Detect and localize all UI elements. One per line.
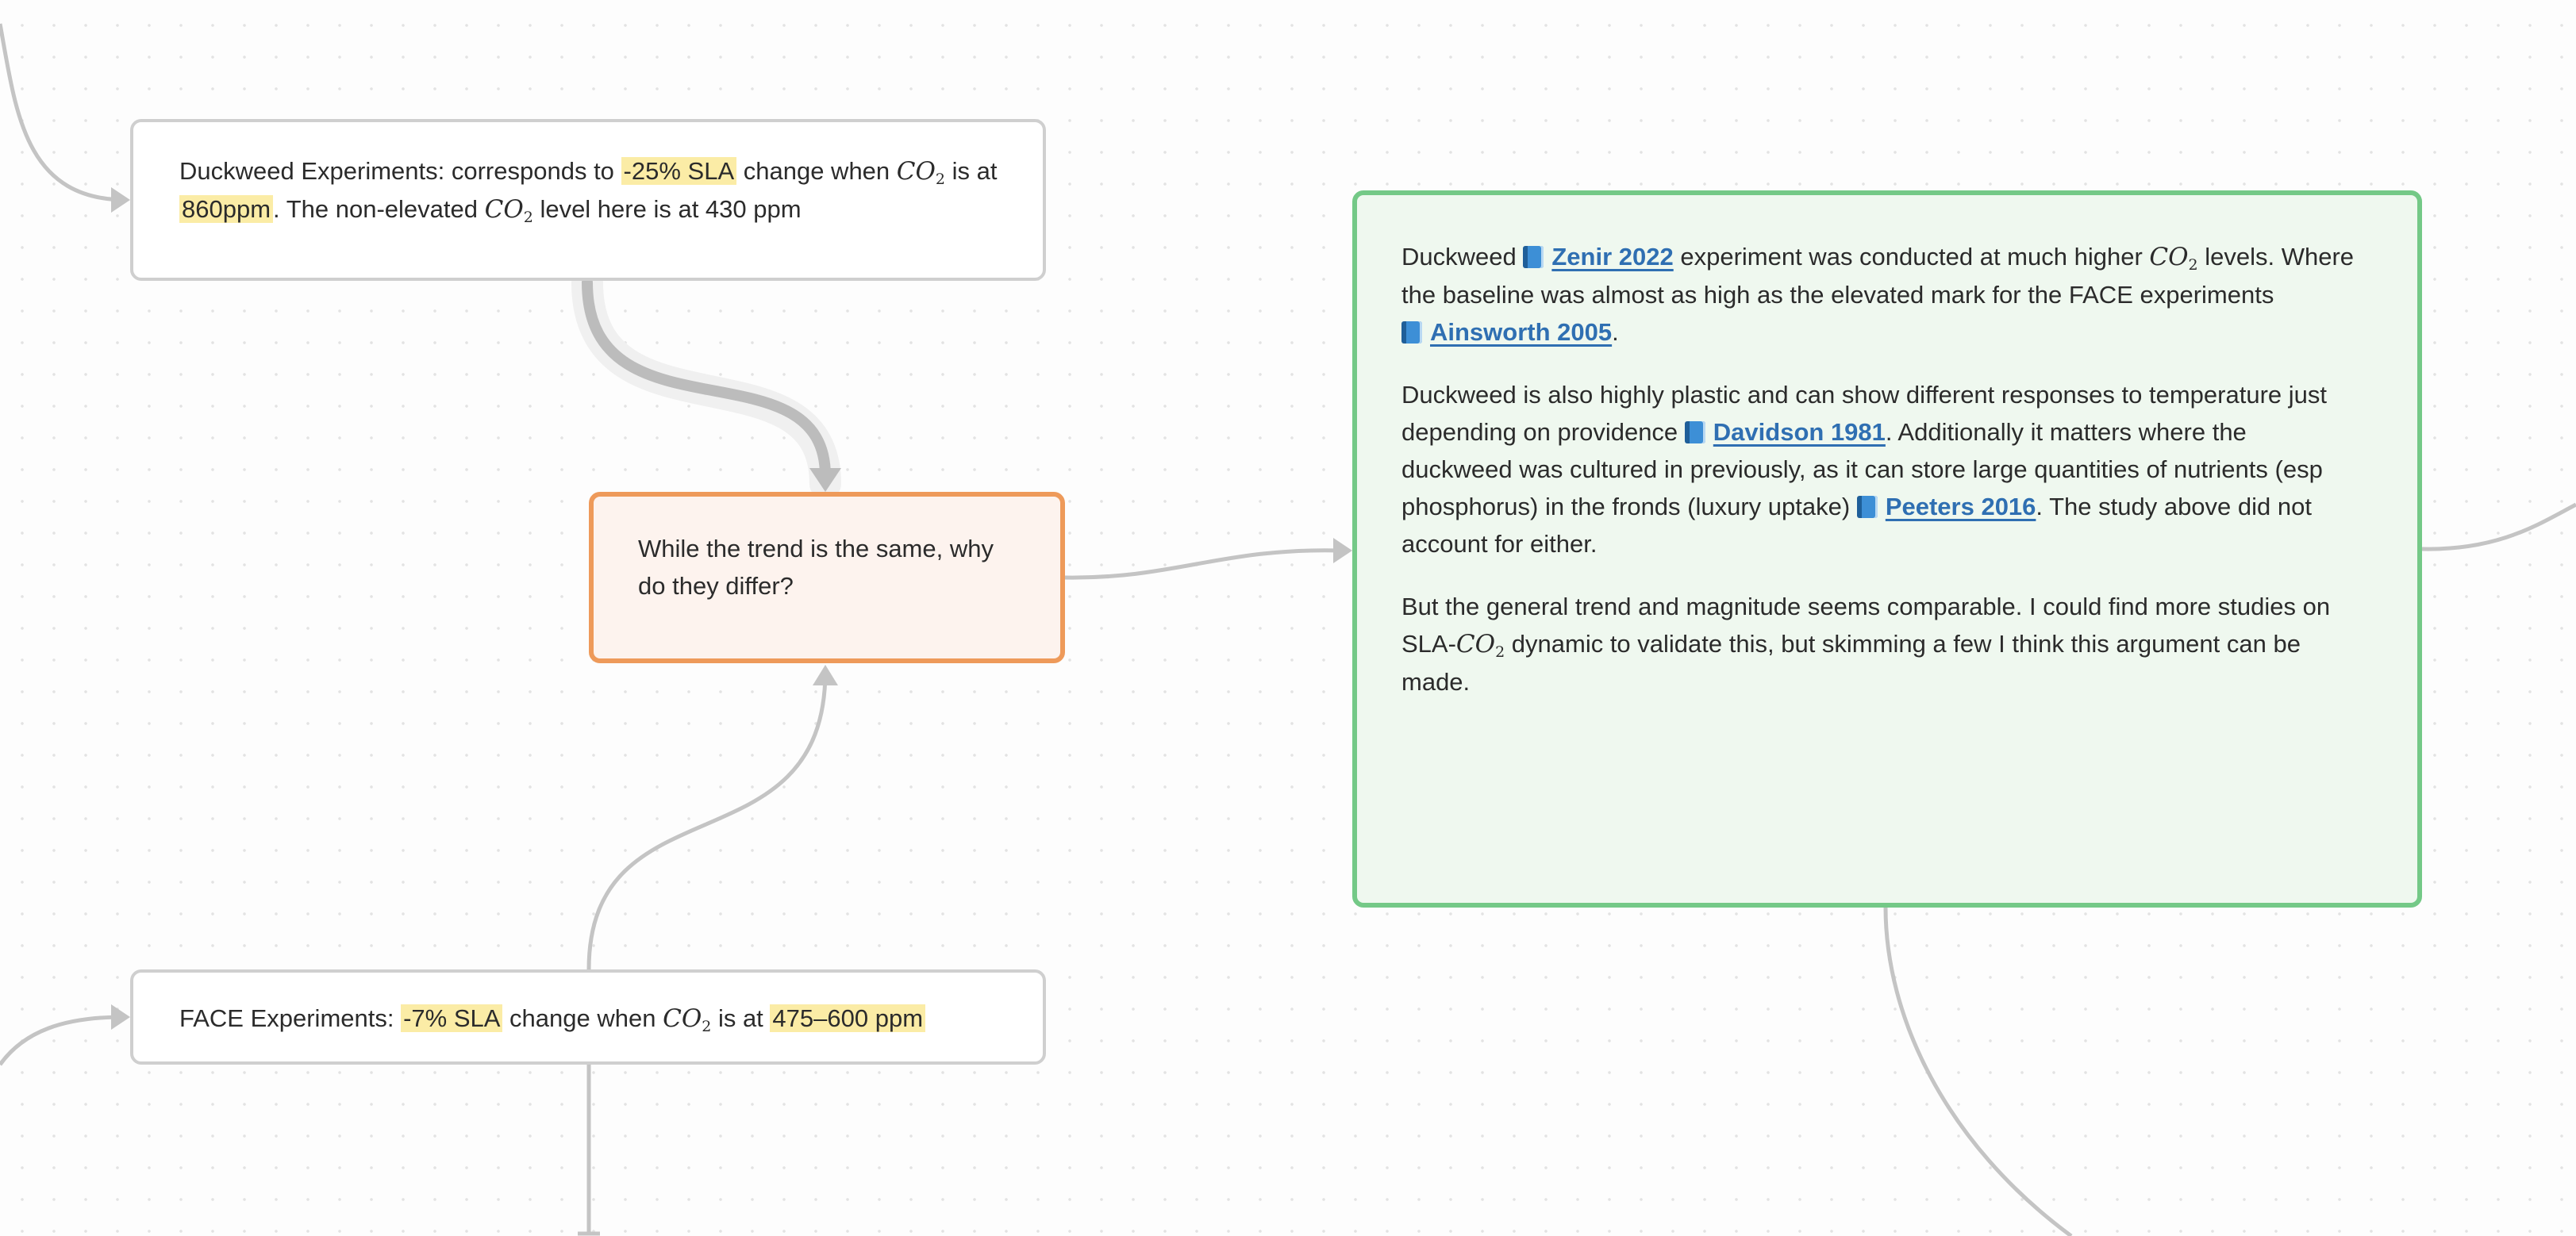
edge-question-to-analysis-arrow — [1333, 538, 1352, 563]
highlight-ppm: 475–600 ppm — [770, 1004, 926, 1032]
analysis-paragraph-1: Duckweed Zenir 2022 experiment was condu… — [1401, 238, 2359, 351]
edge-question-to-analysis[interactable] — [1064, 548, 1342, 580]
node-face-experiments[interactable]: FACE Experiments: -7% SLA change when CO… — [130, 969, 1046, 1065]
analysis-paragraph-3: But the general trend and magnitude seem… — [1401, 588, 2359, 701]
highlight-sla: -7% SLA — [401, 1004, 503, 1032]
edge-incoming-face-arrow — [111, 1004, 130, 1030]
co2-base: CO — [484, 195, 524, 224]
edge-analysis-outgoing-bottom[interactable] — [1883, 907, 2073, 1236]
text-segment: change when — [502, 1004, 663, 1032]
edge-duckweed-to-question[interactable] — [582, 277, 831, 482]
co2-subscript: 2 — [2188, 256, 2198, 274]
highlight-sla: -25% SLA — [621, 157, 737, 185]
book-icon — [1684, 421, 1705, 443]
analysis-paragraph-2: Duckweed is also highly plastic and can … — [1401, 376, 2359, 562]
co2-subscript: 2 — [523, 209, 533, 226]
node-duckweed-experiments[interactable]: Duckweed Experiments: corresponds to -25… — [130, 119, 1046, 281]
co2-formula: CO2 — [896, 157, 946, 188]
edge-duckweed-to-question-glow — [571, 267, 841, 500]
citation-link-davidson[interactable]: Davidson 1981 — [1684, 418, 1886, 446]
co2-formula: CO2 — [2149, 243, 2198, 274]
co2-base: CO — [663, 1004, 702, 1033]
node-analysis-text: Duckweed Zenir 2022 experiment was condu… — [1401, 238, 2359, 701]
node-analysis[interactable]: Duckweed Zenir 2022 experiment was condu… — [1352, 190, 2422, 908]
text-segment: Duckweed Experiments: corresponds to — [179, 157, 621, 185]
text-segment: FACE Experiments: — [179, 1004, 402, 1032]
edge-duckweed-to-question-arrow — [809, 468, 841, 492]
book-icon — [1856, 496, 1878, 518]
citation-label: Ainsworth 2005 — [1430, 318, 1613, 346]
co2-formula: CO2 — [663, 1004, 712, 1035]
co2-subscript: 2 — [702, 1018, 712, 1035]
co2-formula: CO2 — [1455, 630, 1505, 661]
text-segment: . The non-elevated — [273, 195, 485, 223]
text-segment: change when — [736, 157, 897, 185]
highlight-ppm: 860ppm — [179, 195, 274, 223]
citation-label: Zenir 2022 — [1551, 243, 1674, 271]
edge-incoming-duckweed[interactable] — [0, 23, 125, 202]
text-segment: Duckweed — [1401, 243, 1524, 271]
node-question-text: While the trend is the same, why do they… — [638, 535, 994, 600]
node-duckweed-experiments-text: Duckweed Experiments: corresponds to -25… — [179, 152, 998, 228]
edge-incoming-duckweed-arrow — [111, 187, 130, 213]
text-segment: level here is at 430 ppm — [533, 195, 802, 223]
text-segment: experiment was conducted at much higher — [1673, 243, 2150, 271]
text-segment: is at — [945, 157, 998, 185]
citation-label: Davidson 1981 — [1713, 418, 1886, 446]
text-segment: is at — [711, 1004, 771, 1032]
co2-subscript: 2 — [1495, 643, 1505, 661]
edge-analysis-outgoing-right[interactable] — [2421, 502, 2576, 551]
co2-base: CO — [1455, 630, 1496, 658]
edge-face-to-question[interactable] — [586, 670, 828, 970]
citation-label: Peeters 2016 — [1885, 493, 2036, 520]
node-face-experiments-text: FACE Experiments: -7% SLA change when CO… — [179, 1000, 998, 1038]
co2-base: CO — [2149, 243, 2189, 271]
text-segment: . — [1612, 318, 1619, 346]
co2-base: CO — [896, 157, 936, 186]
book-icon — [1523, 246, 1544, 268]
text-segment: dynamic to validate this, but skimming a… — [1401, 630, 2301, 696]
co2-subscript: 2 — [935, 171, 946, 188]
edge-incoming-face[interactable] — [0, 1015, 125, 1066]
citation-link-zenir[interactable]: Zenir 2022 — [1523, 243, 1674, 271]
node-question[interactable]: While the trend is the same, why do they… — [589, 492, 1065, 663]
citation-link-peeters[interactable]: Peeters 2016 — [1856, 493, 2036, 520]
citation-link-ainsworth[interactable]: Ainsworth 2005 — [1401, 318, 1612, 346]
co2-formula: CO2 — [484, 195, 533, 226]
book-icon — [1401, 321, 1422, 344]
edge-face-to-question-arrow — [813, 665, 838, 685]
